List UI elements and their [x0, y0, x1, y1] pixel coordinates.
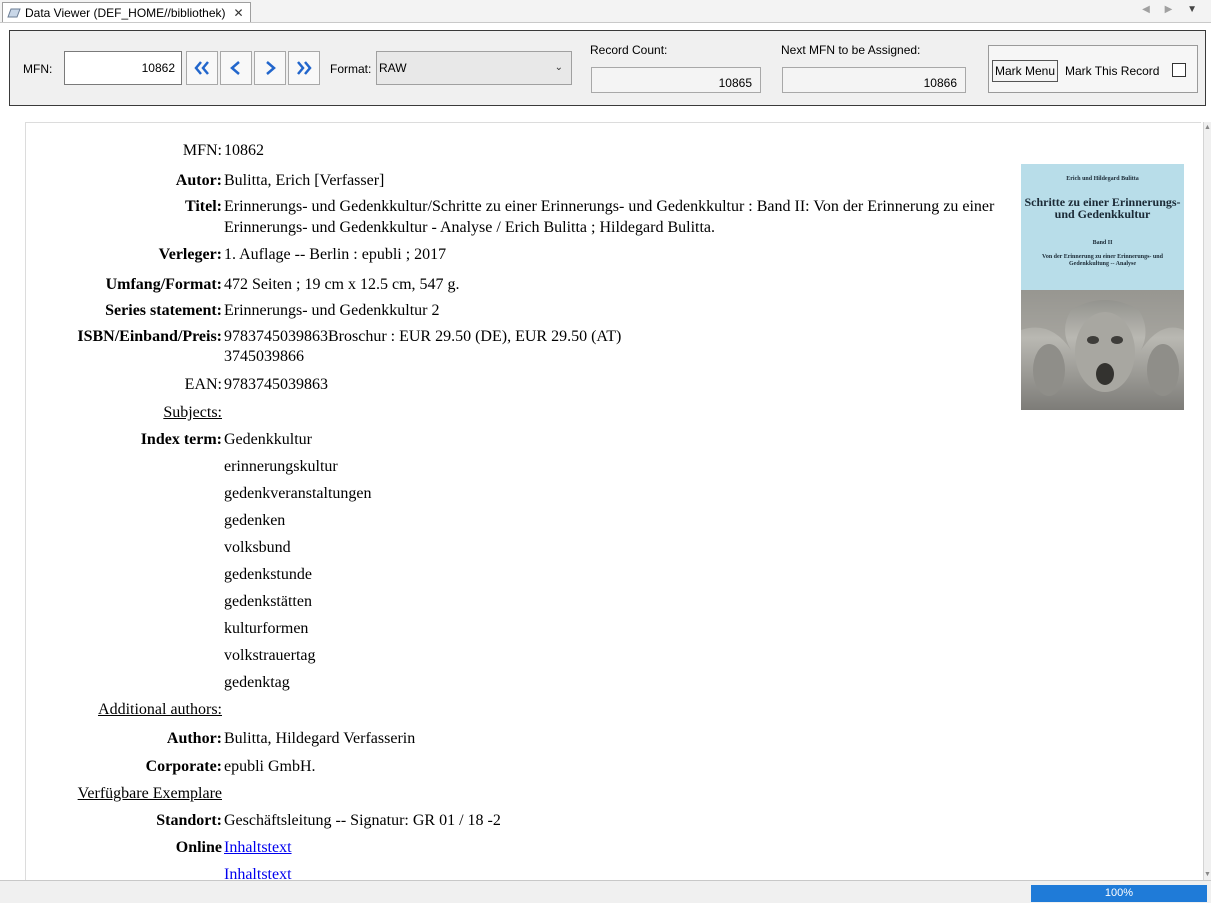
cover-subtitle: Von der Erinnerung zu einer Erinnerungs-… — [1042, 254, 1163, 267]
double-chevron-left-icon — [194, 61, 209, 75]
tab-strip: Data Viewer (DEF_HOME//bibliothek) ✕ ◀ ▶… — [0, 0, 1211, 23]
close-icon[interactable]: ✕ — [234, 6, 244, 20]
section-heading: Verfügbare Exemplare — [77, 785, 222, 802]
field-label: Series statement: — [105, 302, 222, 319]
index-term: gedenken — [224, 512, 286, 529]
zoom-level-indicator: 100% — [1031, 885, 1207, 902]
index-term: volkstrauertag — [224, 647, 316, 664]
cover-title: Schritte zu einer Erinnerungs- und Geden… — [1024, 195, 1181, 221]
index-term: gedenkveranstaltungen — [224, 485, 372, 502]
chevron-right-icon — [266, 61, 276, 75]
cover-title-area: Erich und Hildegard Bulitta Schritte zu … — [1021, 164, 1184, 290]
mark-menu-button[interactable]: Mark Menu — [992, 60, 1059, 82]
field-label: Index term: — [140, 431, 222, 448]
record-toolbar: MFN: 10862 Format: RAW ⌄ Record Count: 1… — [9, 30, 1206, 106]
last-record-button[interactable] — [288, 51, 320, 85]
cover-band: Band II — [1092, 240, 1113, 246]
field-value: Erinnerungs- und Gedenkkultur/Schritte z… — [224, 198, 995, 236]
chevron-left-icon — [230, 61, 240, 75]
mask-relief-icon — [1021, 290, 1184, 396]
field-value: Erinnerungs- und Gedenkkultur 2 — [224, 302, 440, 319]
section-heading: Additional authors: — [98, 701, 222, 718]
index-term: kulturformen — [224, 620, 309, 637]
format-select[interactable]: RAW ⌄ — [376, 51, 572, 85]
field-label: MFN: — [182, 142, 222, 159]
mark-this-record-label: Mark This Record — [1065, 64, 1160, 78]
cover-sculpture-picture — [1021, 290, 1184, 410]
record-count-label: Record Count: — [590, 43, 668, 57]
field-value: 9783745039863 — [224, 376, 328, 393]
field-value: Bulitta, Hildegard Verfasserin — [224, 730, 416, 747]
field-label: Standort: — [156, 812, 222, 829]
chevron-down-icon: ⌄ — [554, 62, 563, 73]
field-label: Author: — [166, 730, 222, 747]
mfn-input[interactable]: 10862 — [64, 51, 182, 85]
tab-title: Data Viewer (DEF_HOME//bibliothek) — [25, 5, 226, 20]
field-value: 1. Auflage -- Berlin : epubli ; 2017 — [224, 246, 447, 263]
field-label: Verleger: — [158, 246, 222, 263]
field-label: Autor: — [175, 172, 222, 189]
mark-this-record-checkbox[interactable] — [1172, 63, 1186, 77]
index-term: volksbund — [224, 539, 291, 556]
inhaltstext-link[interactable]: Inhaltstext — [224, 837, 292, 858]
tab-data-viewer[interactable]: Data Viewer (DEF_HOME//bibliothek) ✕ — [2, 2, 251, 22]
book-cover-image: Erich und Hildegard Bulitta Schritte zu … — [1021, 164, 1184, 410]
index-term: Gedenkkultur — [224, 431, 312, 448]
field-value: 472 Seiten ; 19 cm x 12.5 cm, 547 g. — [224, 276, 460, 293]
previous-record-button[interactable] — [220, 51, 252, 85]
scroll-down-icon[interactable]: ▼ — [1204, 871, 1211, 878]
tab-scroll-arrows-icon[interactable]: ◀ ▶ — [1142, 4, 1178, 15]
viewer-icon — [7, 8, 21, 17]
record-count-value: 10865 — [591, 67, 761, 93]
tab-list-dropdown-icon[interactable]: ▼ — [1187, 4, 1203, 15]
next-record-button[interactable] — [254, 51, 286, 85]
mfn-label: MFN: — [23, 62, 53, 76]
double-chevron-right-icon — [297, 61, 312, 75]
next-mfn-value: 10866 — [782, 67, 966, 93]
field-value: Geschäftsleitung -- Signatur: GR 01 / 18… — [224, 812, 501, 829]
index-term: gedenktag — [224, 674, 290, 691]
tab-navigation[interactable]: ◀ ▶ ▼ — [1142, 4, 1203, 15]
field-label: Umfang/Format: — [105, 276, 222, 293]
field-value: 9783745039863Broschur : EUR 29.50 (DE), … — [224, 328, 622, 345]
format-label: Format: — [330, 62, 372, 76]
field-label: Titel: — [184, 198, 222, 215]
scroll-up-icon[interactable]: ▲ — [1204, 124, 1211, 131]
field-value: 10862 — [224, 142, 264, 159]
first-record-button[interactable] — [186, 51, 218, 85]
mark-panel: Mark Menu Mark This Record — [988, 45, 1198, 93]
next-mfn-label: Next MFN to be Assigned: — [781, 43, 921, 57]
cover-authors: Erich und Hildegard Bulitta — [1066, 176, 1139, 182]
vertical-scrollbar[interactable]: ▲ ▼ — [1203, 122, 1211, 880]
field-label: ISBN/Einband/Preis: — [77, 328, 222, 345]
format-value: RAW — [379, 61, 407, 75]
field-label: EAN: — [184, 376, 222, 393]
field-value: Bulitta, Erich [Verfasser] — [224, 172, 385, 189]
field-label: Online — [175, 839, 222, 856]
status-bar: 100% — [0, 880, 1211, 903]
section-heading: Subjects: — [163, 404, 222, 421]
field-value: epubli GmbH. — [224, 758, 316, 775]
index-term: gedenkstätten — [224, 593, 312, 610]
field-value: 3745039866 — [224, 348, 304, 365]
record-display: MFN: 10862 Autor: Bulitta, Erich [Verfas… — [25, 122, 1201, 881]
inhaltstext-link[interactable]: Inhaltstext — [224, 864, 292, 881]
field-label: Corporate: — [145, 758, 222, 775]
index-term: gedenkstunde — [224, 566, 312, 583]
index-term: erinnerungskultur — [224, 458, 338, 475]
